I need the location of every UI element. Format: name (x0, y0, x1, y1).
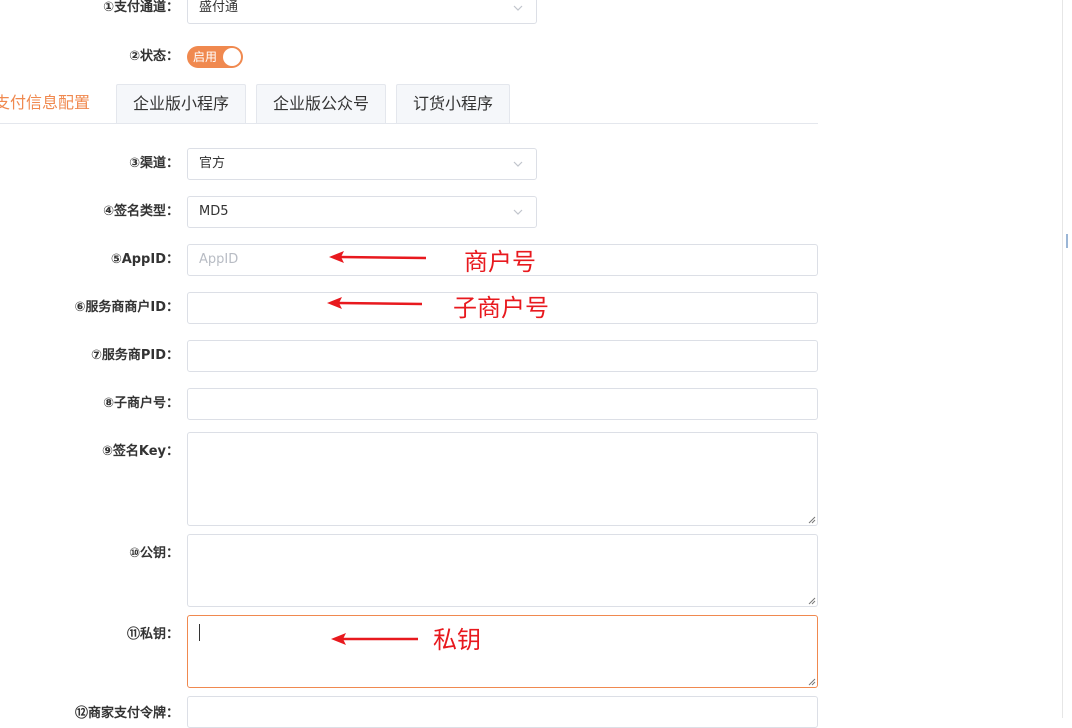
sign-key-textarea[interactable] (187, 432, 818, 526)
status-toggle-text: 启用 (193, 50, 218, 64)
sub-merchant-no-input[interactable] (187, 388, 818, 420)
annotation-arrow-icon (329, 251, 427, 263)
appid-placeholder: AppID (199, 252, 239, 267)
annotation-arrow-icon (331, 633, 418, 645)
resize-handle-icon[interactable] (807, 677, 816, 686)
private-key-annotation: 私钥 (433, 626, 481, 654)
tab-payment-config[interactable]: 支付信息配置 (0, 84, 97, 123)
text-caret (199, 624, 200, 641)
merchant-token-label: ⑫商家支付令牌： (74, 706, 179, 721)
resize-handle-icon[interactable] (807, 515, 816, 524)
private-key-label: ⑪私钥： (126, 627, 179, 642)
tab-enterprise-miniprogram[interactable]: 企业版小程序 (116, 84, 246, 123)
sign-type-value: MD5 (199, 204, 229, 219)
chevron-down-icon (513, 209, 523, 215)
chevron-down-icon (513, 5, 523, 11)
status-label: ②状态： (128, 49, 179, 64)
tab-enterprise-official-account[interactable]: 企业版公众号 (256, 84, 386, 123)
public-key-textarea[interactable] (187, 534, 818, 607)
status-toggle[interactable]: 启用 (187, 46, 243, 68)
pay-channel-label: ①支付通道： (102, 0, 179, 15)
sp-pid-input[interactable] (187, 340, 818, 372)
toggle-knob (223, 48, 241, 66)
appid-label: ⑤AppID： (110, 252, 179, 267)
scrollbar-track[interactable] (1062, 0, 1063, 718)
channel-value: 官方 (199, 156, 226, 171)
sp-merchant-id-label: ⑥服务商商户ID： (74, 300, 179, 315)
pay-channel-select[interactable]: 盛付通 (187, 0, 537, 24)
annotation-arrow-icon (327, 297, 423, 309)
channel-label: ③渠道： (128, 156, 179, 171)
scrollbar-marker (1066, 234, 1068, 248)
merchant-token-input[interactable] (187, 696, 818, 728)
tabs-baseline (0, 123, 818, 124)
sign-type-select[interactable]: MD5 (187, 196, 537, 228)
private-key-textarea[interactable] (187, 615, 818, 688)
appid-annotation: 商户号 (464, 248, 536, 276)
pay-channel-value: 盛付通 (199, 0, 239, 15)
resize-handle-icon[interactable] (807, 596, 816, 605)
public-key-label: ⑩公钥： (128, 546, 179, 561)
sub-merchant-no-label: ⑧子商户号： (102, 396, 179, 411)
sp-merchant-annotation: 子商户号 (453, 294, 549, 322)
channel-select[interactable]: 官方 (187, 148, 537, 180)
chevron-down-icon (513, 161, 523, 167)
tab-ordering-miniprogram[interactable]: 订货小程序 (396, 84, 510, 123)
sp-pid-label: ⑦服务商PID： (90, 348, 179, 363)
config-tabs: 支付信息配置 企业版小程序 企业版公众号 订货小程序 (0, 84, 818, 124)
sign-type-label: ④签名类型： (102, 204, 179, 219)
sign-key-label: ⑨签名Key： (101, 444, 179, 459)
